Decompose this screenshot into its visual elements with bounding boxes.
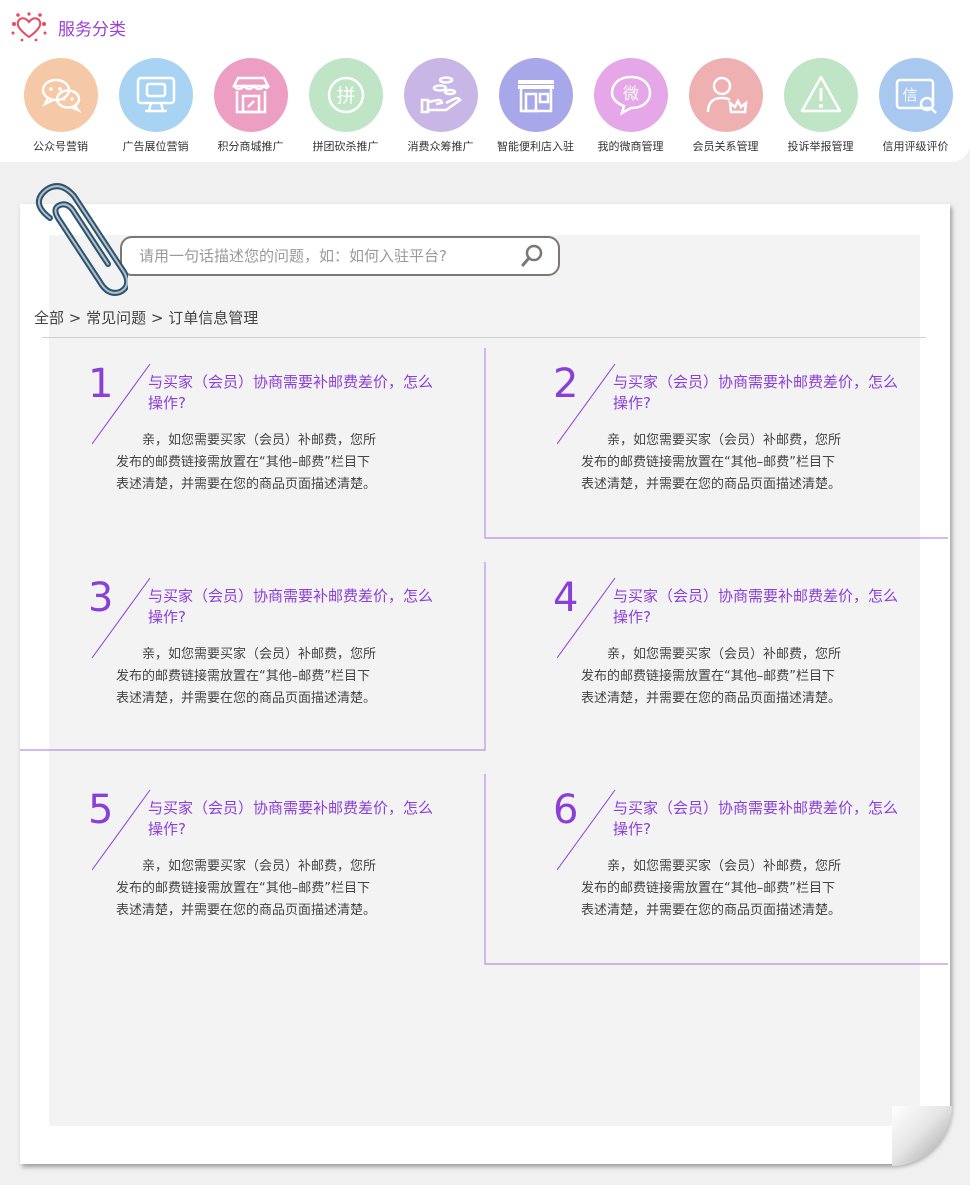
search-input[interactable] bbox=[122, 247, 520, 265]
service-item-ad-placement[interactable]: 广告展位营销 bbox=[108, 58, 203, 154]
service-label: 公众号营销 bbox=[33, 140, 88, 153]
faq-title[interactable]: 与买家（会员）协商需要补邮费差价，怎么操作? bbox=[613, 586, 903, 628]
service-label: 消费众筹推广 bbox=[407, 140, 474, 153]
search-icon[interactable] bbox=[520, 243, 546, 269]
faq-title[interactable]: 与买家（会员）协商需要补邮费差价，怎么操作? bbox=[148, 586, 438, 628]
service-item-member-relations[interactable]: 会员关系管理 bbox=[678, 58, 773, 154]
faq-body: 亲，如您需要买家（会员）补邮费，您所发布的邮费链接需放置在“其他–邮费”栏目下表… bbox=[581, 647, 842, 706]
svg-text:微: 微 bbox=[622, 84, 638, 103]
heart-logo-icon bbox=[11, 12, 47, 42]
faq-body: 亲，如您需要买家（会员）补邮费，您所发布的邮费链接需放置在“其他–邮费”栏目下表… bbox=[116, 859, 377, 918]
member-crown-icon bbox=[706, 76, 748, 114]
services-header: 服务分类 bbox=[10, 12, 126, 42]
service-label: 智能便利店入驻 bbox=[497, 140, 574, 153]
service-item-wechat-marketing[interactable]: 公众号营销 bbox=[13, 58, 108, 154]
breadcrumb-divider bbox=[42, 337, 926, 338]
service-item-points-mall[interactable]: 积分商城推广 bbox=[203, 58, 298, 154]
search-bar bbox=[120, 236, 560, 276]
chat-bubbles-icon bbox=[41, 78, 82, 113]
service-label: 广告展位营销 bbox=[122, 140, 189, 153]
credit-card-icon: 信 bbox=[895, 78, 937, 114]
faq-body: 亲，如您需要买家（会员）补邮费，您所发布的邮费链接需放置在“其他–邮费”栏目下表… bbox=[581, 433, 842, 492]
svg-text:拼: 拼 bbox=[336, 85, 355, 107]
wei-icon: 微 bbox=[610, 75, 651, 116]
service-item-group-buy[interactable]: 拼 拼团砍杀推广 bbox=[298, 58, 393, 154]
faq-item-3[interactable]: 3 与买家（会员）协商需要补邮费差价，怎么操作? 亲，如您需要买家（会员）补邮费… bbox=[88, 576, 508, 766]
service-item-complaints[interactable]: 投诉举报管理 bbox=[773, 58, 868, 154]
service-label: 投诉举报管理 bbox=[787, 140, 854, 153]
services-panel: 服务分类 公众号营销 广告展位营销 积分商城推广 拼 拼团砍杀推广 消费众筹推广… bbox=[0, 0, 970, 162]
service-item-credit-rating[interactable]: 信 信用评级评价 bbox=[868, 58, 963, 154]
service-label: 拼团砍杀推广 bbox=[312, 140, 379, 153]
faq-title[interactable]: 与买家（会员）协商需要补邮费差价，怎么操作? bbox=[613, 798, 903, 840]
faq-item-5[interactable]: 5 与买家（会员）协商需要补邮费差价，怎么操作? 亲，如您需要买家（会员）补邮费… bbox=[88, 788, 508, 978]
services-icon-row: 公众号营销 广告展位营销 积分商城推广 拼 拼团砍杀推广 消费众筹推广 智能便利… bbox=[13, 58, 963, 158]
service-item-wechat-business[interactable]: 微 我的微商管理 bbox=[583, 58, 678, 154]
warning-triangle-icon bbox=[800, 75, 841, 113]
service-label: 积分商城推广 bbox=[217, 140, 284, 153]
service-label: 信用评级评价 bbox=[882, 140, 949, 153]
faq-item-1[interactable]: 1 与买家（会员）协商需要补邮费差价，怎么操作? 亲，如您需要买家（会员）补邮费… bbox=[88, 362, 508, 552]
service-item-crowdfunding[interactable]: 消费众筹推广 bbox=[393, 58, 488, 154]
service-label: 会员关系管理 bbox=[692, 140, 759, 153]
faq-body: 亲，如您需要买家（会员）补邮费，您所发布的邮费链接需放置在“其他–邮费”栏目下表… bbox=[116, 433, 377, 492]
service-item-convenience-store[interactable]: 智能便利店入驻 bbox=[488, 58, 583, 154]
faq-body: 亲，如您需要买家（会员）补邮费，您所发布的邮费链接需放置在“其他–邮费”栏目下表… bbox=[581, 859, 842, 918]
faq-title[interactable]: 与买家（会员）协商需要补邮费差价，怎么操作? bbox=[148, 372, 438, 414]
faq-title[interactable]: 与买家（会员）协商需要补邮费差价，怎么操作? bbox=[148, 798, 438, 840]
paperclip-icon bbox=[36, 183, 128, 296]
monitor-icon bbox=[136, 76, 175, 113]
faq-item-4[interactable]: 4 与买家（会员）协商需要补邮费差价，怎么操作? 亲，如您需要买家（会员）补邮费… bbox=[553, 576, 970, 766]
group-buy-icon: 拼 bbox=[327, 76, 364, 114]
coins-hand-icon bbox=[420, 76, 462, 114]
faq-item-2[interactable]: 2 与买家（会员）协商需要补邮费差价，怎么操作? 亲，如您需要买家（会员）补邮费… bbox=[553, 362, 970, 552]
page-curl-decoration bbox=[892, 1106, 952, 1166]
storefront-icon bbox=[231, 76, 270, 114]
faq-body: 亲，如您需要买家（会员）补邮费，您所发布的邮费链接需放置在“其他–邮费”栏目下表… bbox=[116, 647, 377, 706]
service-label: 我的微商管理 bbox=[597, 140, 664, 153]
faq-item-6[interactable]: 6 与买家（会员）协商需要补邮费差价，怎么操作? 亲，如您需要买家（会员）补邮费… bbox=[553, 788, 970, 978]
svg-text:信: 信 bbox=[902, 86, 917, 104]
services-title: 服务分类 bbox=[58, 19, 126, 40]
shop-icon bbox=[517, 80, 554, 113]
breadcrumb[interactable]: 全部 > 常见问题 > 订单信息管理 bbox=[34, 307, 258, 328]
faq-title[interactable]: 与买家（会员）协商需要补邮费差价，怎么操作? bbox=[613, 372, 903, 414]
